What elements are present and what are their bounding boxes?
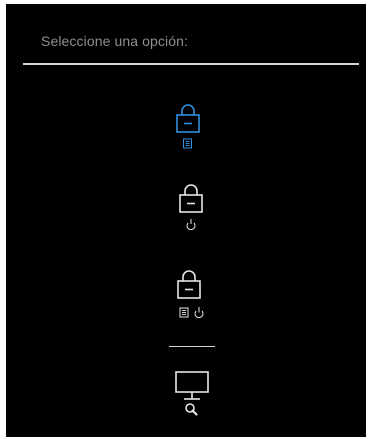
power-button-icon [186, 219, 196, 231]
lock-icon [179, 184, 203, 231]
diagnostic-wrench-icon [185, 403, 198, 416]
menu-button-icon [179, 307, 189, 318]
divider [169, 346, 215, 347]
divider [23, 63, 359, 65]
prompt-text: Seleccione una opción: [41, 33, 188, 49]
option-lock-menu-buttons[interactable] [176, 104, 200, 152]
option-lock-menu-and-power-buttons[interactable] [177, 270, 211, 320]
monitor-icon [175, 371, 209, 416]
lock-icon [177, 270, 204, 319]
osd-lock-menu: Seleccione una opción: [6, 4, 366, 437]
lock-icon [176, 104, 200, 149]
option-lock-power-button[interactable] [179, 184, 203, 234]
menu-button-icon [183, 138, 192, 149]
option-self-diagnostics[interactable] [174, 370, 210, 422]
power-button-icon [194, 307, 204, 319]
